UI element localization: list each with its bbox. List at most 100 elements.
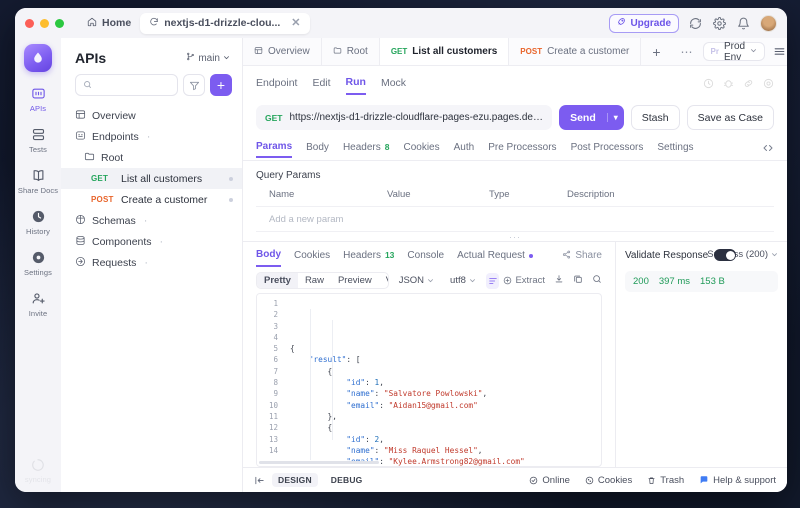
tab-body[interactable]: Body [306,142,329,157]
view-mode-preview[interactable]: Preview [331,273,379,288]
tab-params[interactable]: Params [256,141,292,158]
avatar[interactable] [760,15,777,32]
sidebar-item-invite[interactable]: Invite [15,291,61,318]
tab-overview[interactable]: Overview [243,38,322,65]
tab-pre-processors[interactable]: Pre Processors [488,142,556,157]
tab-settings[interactable]: Settings [657,142,693,157]
browser-tab-home[interactable]: Home [78,13,140,34]
target-icon[interactable] [763,76,774,94]
view-mode-raw[interactable]: Raw [298,273,331,288]
tab-root[interactable]: Root [322,38,380,65]
sidebar-item-settings[interactable]: Settings [15,250,61,277]
tree-item-create-a-customer[interactable]: POST Create a customer [61,189,242,210]
design-mode-button[interactable]: DESIGN [272,473,318,487]
close-icon[interactable]: ✕ [291,18,300,29]
hamburger-icon[interactable] [773,45,786,58]
validate-response-toggle[interactable] [714,249,736,261]
panel-resize-handle[interactable]: ··· [243,232,787,241]
browser-tab-project[interactable]: nextjs-d1-drizzle-clou... ✕ [140,13,309,34]
format-selector[interactable]: JSON [393,275,440,286]
tree-item-requests[interactable]: Requests · [61,252,242,273]
view-mode-group: Pretty Raw Preview Visualize [256,272,389,289]
cookies-button[interactable]: Cookies [585,475,632,486]
bell-icon[interactable] [736,16,751,31]
view-mode-visualize[interactable]: Visualize [379,273,389,288]
branch-selector[interactable]: main [186,52,230,64]
send-dropdown-caret[interactable]: ▾ [607,113,624,122]
tab-endpoint[interactable]: Endpoint [256,77,297,94]
filter-icon[interactable] [183,74,205,96]
add-api-button[interactable]: + [210,74,232,96]
tab-response-cookies[interactable]: Cookies [294,250,330,266]
tab-response-headers[interactable]: Headers 13 [343,250,394,266]
table-row[interactable]: Add a new param [256,207,774,232]
close-window-button[interactable] [25,19,34,28]
tab-actual-request[interactable]: Actual Request [457,250,533,266]
stash-button[interactable]: Stash [631,105,680,130]
tab-response-body[interactable]: Body [256,249,281,267]
view-mode-pretty[interactable]: Pretty [257,273,298,288]
unsaved-dot [229,177,233,181]
tree-item-components[interactable]: Components · [61,231,242,252]
encoding-selector[interactable]: utf8 [444,275,482,286]
folder-icon [84,151,95,165]
tab-edit[interactable]: Edit [312,77,330,94]
upgrade-button[interactable]: Upgrade [609,14,679,33]
search-icon[interactable] [592,274,602,287]
search-input-wrapper[interactable] [75,74,178,96]
search-input[interactable] [97,80,170,91]
copy-icon[interactable] [573,274,583,287]
clock-icon[interactable] [703,76,714,94]
tab-create-a-customer[interactable]: POST Create a customer [509,38,641,65]
tab-cookies[interactable]: Cookies [403,142,439,157]
response-code-viewer[interactable]: 1234567891011121314 { "result": [ { "id"… [256,293,602,467]
tab-response-console[interactable]: Console [407,250,444,266]
maximize-window-button[interactable] [55,19,64,28]
new-tab-button[interactable]: + [641,38,671,65]
tab-overflow-button[interactable]: ⋯ [672,38,703,65]
history-icon [31,209,46,224]
sync-icon[interactable] [688,16,703,31]
share-button[interactable]: Share [562,250,602,267]
tree-item-label: Requests [92,257,136,269]
response-json[interactable]: { "result": [ { "id": 1, "name": "Salvat… [283,294,601,466]
tree-item-endpoints[interactable]: Endpoints · [61,126,242,147]
extract-button[interactable]: Extract [503,275,545,286]
sidebar-item-history[interactable]: History [15,209,61,236]
tab-list-all-customers[interactable]: GET List all customers [380,38,509,65]
bug-icon[interactable] [723,76,734,94]
column-header-description: Description [567,189,774,200]
horizontal-scrollbar[interactable] [257,461,601,466]
tab-auth[interactable]: Auth [454,142,475,157]
download-icon[interactable] [554,274,564,287]
tab-post-processors[interactable]: Post Processors [571,142,644,157]
trash-button[interactable]: Trash [647,475,684,486]
debug-mode-button[interactable]: DEBUG [325,473,369,487]
collapse-panel-icon[interactable] [254,475,265,486]
tree-item-overview[interactable]: Overview [61,105,242,126]
wrap-lines-icon[interactable] [486,273,500,289]
tab-headers[interactable]: Headers 8 [343,142,390,157]
window-controls[interactable] [25,19,64,28]
sidebar-item-apis[interactable]: APIs [15,86,61,113]
url-input[interactable]: GET https://nextjs-d1-drizzle-cloudflare… [256,105,552,130]
tree-item-schemas[interactable]: Schemas · [61,210,242,231]
link-icon[interactable] [743,76,754,94]
tree-item-list-all-customers[interactable]: GET List all customers [61,168,242,189]
sidebar-item-tests[interactable]: Tests [15,127,61,154]
minimize-window-button[interactable] [40,19,49,28]
tab-mock[interactable]: Mock [381,77,406,94]
environment-selector[interactable]: Pr Prod Env [703,42,766,61]
tree-item-root[interactable]: Root [61,147,242,168]
gear-icon[interactable] [712,16,727,31]
sidebar-item-share-docs[interactable]: Share Docs [15,168,61,195]
code-brackets-icon[interactable] [762,142,774,157]
online-status[interactable]: Online [529,475,569,486]
line-number: 14 [257,445,278,456]
help-support-button[interactable]: Help & support [699,475,776,486]
save-as-case-button[interactable]: Save as Case [687,105,774,130]
invite-icon [31,291,46,306]
add-new-param-placeholder[interactable]: Add a new param [269,214,387,225]
tab-run[interactable]: Run [346,76,366,95]
send-button[interactable]: Send ▾ [559,105,624,130]
